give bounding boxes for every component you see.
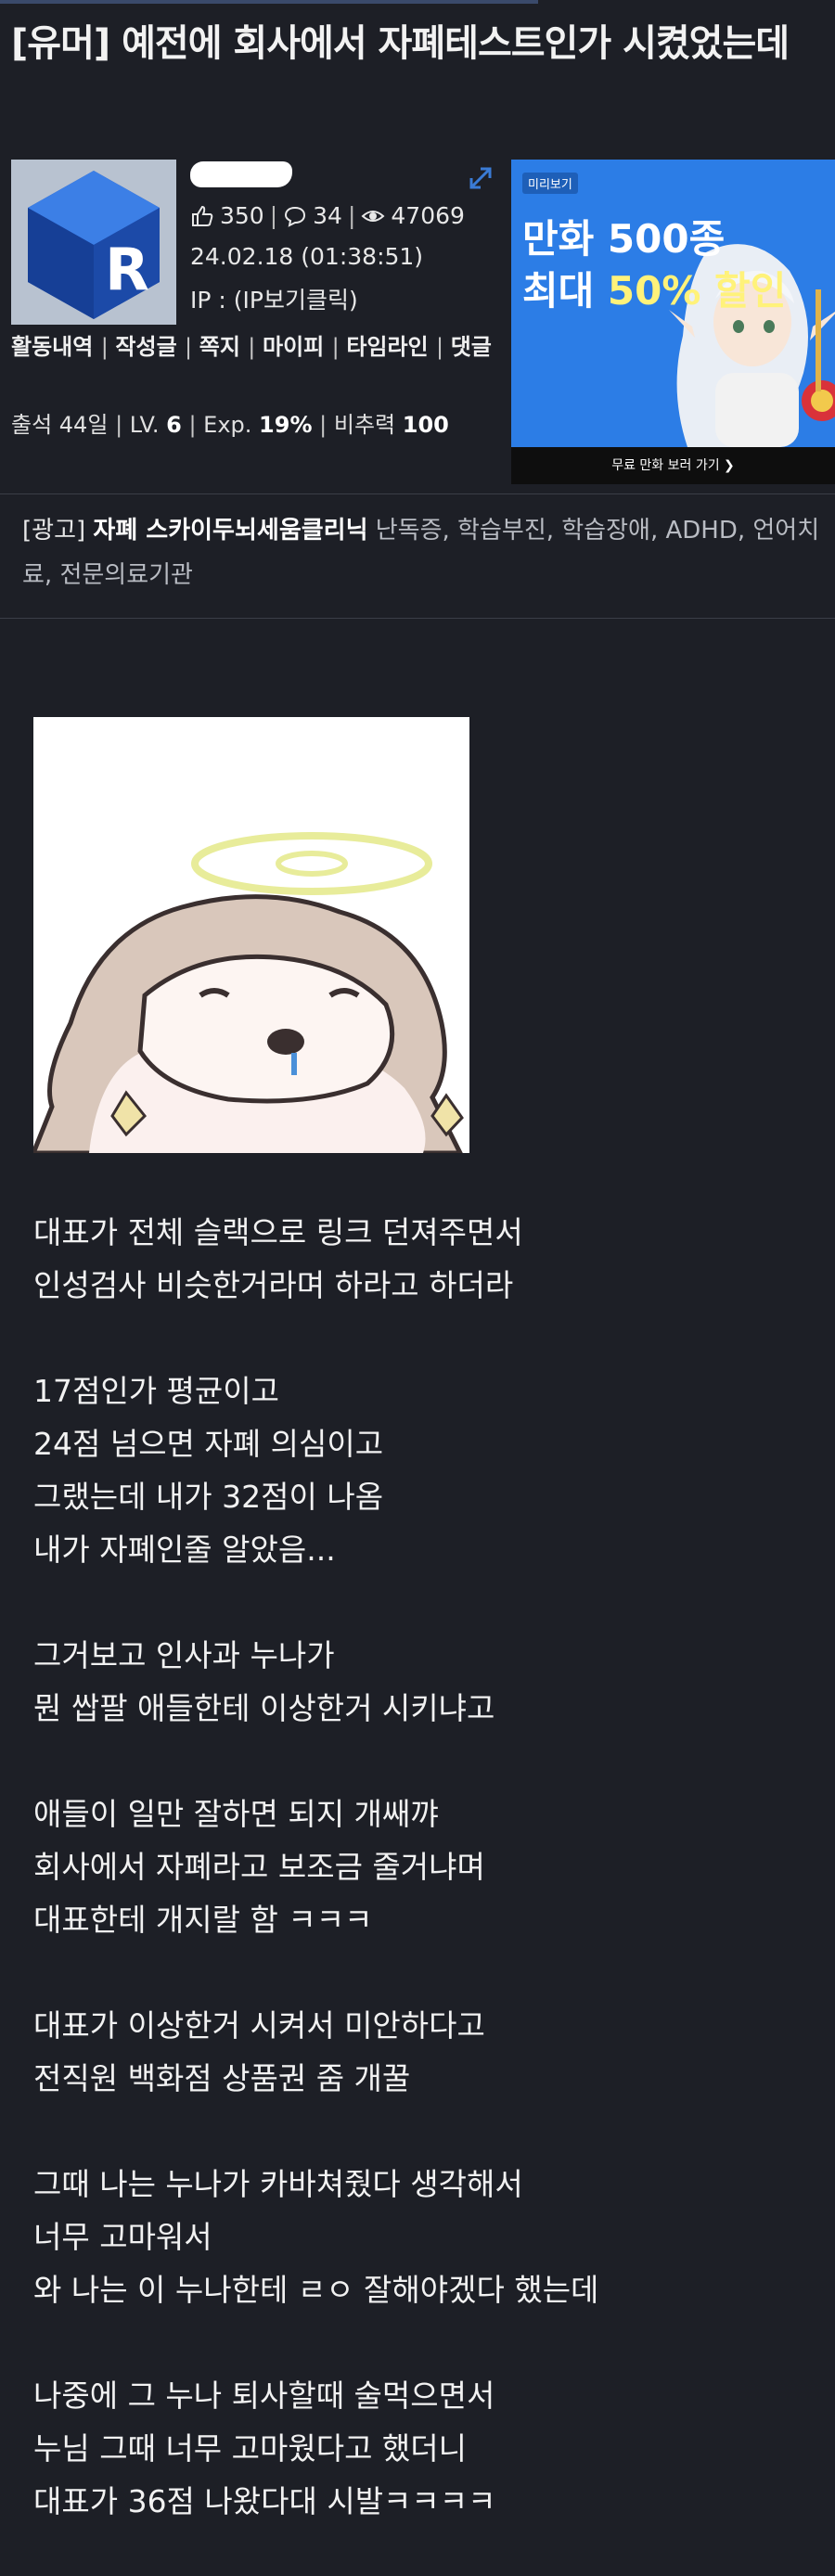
body-line: 그랬는데 내가 32점이 나옴 (33, 1479, 384, 1515)
body-line: 애들이 일만 잘하면 되지 개쌔꺄 (33, 1796, 439, 1832)
stats-separator: | (269, 202, 278, 229)
ad-headline-prefix: 최대 (522, 268, 608, 314)
body-line: 대표가 이상한거 시켜서 미안하다고 (33, 2007, 485, 2044)
body-line: 대표가 전체 슬랙으로 링크 던져주면서 (33, 1214, 523, 1250)
stats-separator: | (347, 202, 356, 229)
ad-headline-line2: 최대 50% 할인 (522, 265, 786, 317)
ip-view-link[interactable]: IP : (IP보기클릭) (190, 282, 358, 315)
author-profile: R 350 | 34 | 47069 24.02.18 (01:38:51) I… (11, 160, 505, 456)
thumbs-up-icon[interactable] (190, 204, 214, 228)
menu-activity[interactable]: 활동내역 (11, 334, 93, 360)
paragraph: 나중에 그 누나 퇴사할때 술먹으면서 누님 그때 너무 고마웠다고 했더니 대… (33, 2369, 813, 2528)
body-line: 그거보고 인사과 누나가 (33, 1637, 335, 1673)
svg-text:R: R (105, 236, 149, 303)
section-divider (0, 618, 835, 619)
paragraph: 17점인가 평균이고 24점 넘으면 자폐 의심이고 그랬는데 내가 32점이 … (33, 1365, 813, 1576)
exp-value: 19% (259, 412, 313, 438)
level-separator: | (115, 412, 130, 438)
level-separator: | (319, 412, 334, 438)
menu-posts[interactable]: 작성글 (115, 334, 176, 360)
author-level-info: 출석 44일 | LV. 6 | Exp. 19% | 비추력 100 (11, 406, 449, 439)
body-line: 대표한테 개지랄 함 ㅋㅋㅋ (33, 1902, 373, 1938)
author-menu: 활동내역 | 작성글 | 쪽지 | 마이피 | 타임라인 | 댓글 (11, 328, 512, 365)
expand-arrows-icon[interactable] (466, 163, 495, 193)
recommend-power-value: 100 (402, 412, 449, 438)
post-image-pixel-art (33, 717, 469, 1153)
recommend-count: 350 (220, 202, 264, 229)
ad-headline-line1: 만화 500종 (522, 216, 726, 262)
body-line: 와 나는 이 누나한테 ㄹㅇ 잘해야겠다 했는데 (33, 2272, 599, 2308)
paragraph: 대표가 이상한거 시켜서 미안하다고 전직원 백화점 상품권 줌 개꿀 (33, 1999, 813, 2105)
speech-bubble-icon[interactable] (283, 204, 307, 228)
post-title: [유머] 예전에 회사에서 자폐테스트인가 시켰었는데 (11, 22, 790, 65)
body-line: 전직원 백화점 상품권 줌 개꿀 (33, 2060, 411, 2096)
body-line: 인성검사 비슷한거라며 하라고 하더라 (33, 1267, 514, 1303)
author-avatar[interactable]: R (11, 160, 176, 325)
eye-icon (361, 210, 385, 222)
paragraph: 그때 나는 누나가 카바쳐줬다 생각해서 너무 고마워서 와 나는 이 누나한테… (33, 2158, 813, 2316)
post-body: 대표가 전체 슬랙으로 링크 던져주면서 인성검사 비슷한거라며 하라고 하더라… (33, 1206, 813, 2576)
paragraph: 대표가 전체 슬랙으로 링크 던져주면서 인성검사 비슷한거라며 하라고 하더라 (33, 1206, 813, 1312)
author-nickname-redacted (190, 161, 292, 187)
level-label: LV. (129, 412, 160, 438)
menu-mypi[interactable]: 마이피 (263, 334, 324, 360)
attendance: 출석 44일 (11, 412, 109, 438)
body-line: 24점 넘으면 자폐 의심이고 (33, 1426, 384, 1462)
r-cube-logo-icon: R (11, 160, 176, 325)
body-line: 뭔 쌉팔 애들한테 이상한거 시키냐고 (33, 1690, 495, 1726)
body-line: 너무 고마워서 (33, 2219, 212, 2255)
comment-count: 34 (313, 202, 342, 229)
body-line: 나중에 그 누나 퇴사할때 술먹으면서 (33, 2377, 495, 2414)
exp-label: Exp. (203, 412, 252, 438)
promo-clinic-name[interactable]: 자폐 스카이두뇌세움클리닉 (93, 517, 367, 545)
body-line: 누님 그때 너무 고마웠다고 했더니 (33, 2430, 467, 2467)
view-count: 47069 (391, 202, 465, 229)
paragraph: 그거보고 인사과 누나가 뭔 쌉팔 애들한테 이상한거 시키냐고 (33, 1629, 813, 1735)
menu-separator: | (185, 334, 199, 360)
body-line: 그때 나는 누나가 카바쳐줬다 생각해서 (33, 2166, 523, 2202)
pixel-art-illustration (33, 717, 469, 1153)
menu-separator: | (436, 334, 451, 360)
menu-timeline[interactable]: 타임라인 (346, 334, 428, 360)
level-value: 6 (166, 412, 182, 438)
body-line: 내가 자폐인줄 알았음... (33, 1532, 336, 1568)
ad-cta-button[interactable]: 무료 만화 보러 가기 ❯ (511, 447, 835, 484)
top-progress-accent (0, 0, 538, 4)
paragraph: 애들이 일만 잘하면 되지 개쌔꺄 회사에서 자폐라고 보조금 줄거냐며 대표한… (33, 1788, 813, 1946)
top-progress-bar (0, 0, 835, 4)
menu-comments[interactable]: 댓글 (451, 334, 492, 360)
ad-logo: 미리보기 (522, 173, 578, 194)
body-line: 회사에서 자폐라고 보조금 줄거냐며 (33, 1849, 485, 1885)
menu-separator: | (100, 334, 116, 360)
body-line: 대표가 36점 나왔다대 시발ㅋㅋㅋㅋ (33, 2483, 496, 2519)
ad-headline: 만화 500종 최대 50% 할인 (522, 213, 786, 317)
menu-separator: | (248, 334, 263, 360)
recommend-power-label: 비추력 (333, 412, 396, 438)
post-stats: 350 | 34 | 47069 (190, 202, 465, 229)
menu-message[interactable]: 쪽지 (199, 334, 240, 360)
level-separator: | (188, 412, 204, 438)
post-datetime: 24.02.18 (01:38:51) (190, 243, 424, 270)
menu-separator: | (331, 334, 347, 360)
ad-headline-highlight: 50% 할인 (607, 268, 787, 314)
promo-tag: [광고] (22, 517, 86, 545)
ad-banner[interactable]: 미리보기 만화 500종 최대 50% 할인 무료 만화 보러 가기 ❯ (511, 160, 835, 484)
promo-ad-text[interactable]: [광고] 자폐 스카이두뇌세움클리닉 난독증, 학습부진, 학습장애, ADHD… (22, 508, 820, 597)
body-line: 17점인가 평균이고 (33, 1373, 280, 1409)
section-divider (0, 493, 835, 494)
